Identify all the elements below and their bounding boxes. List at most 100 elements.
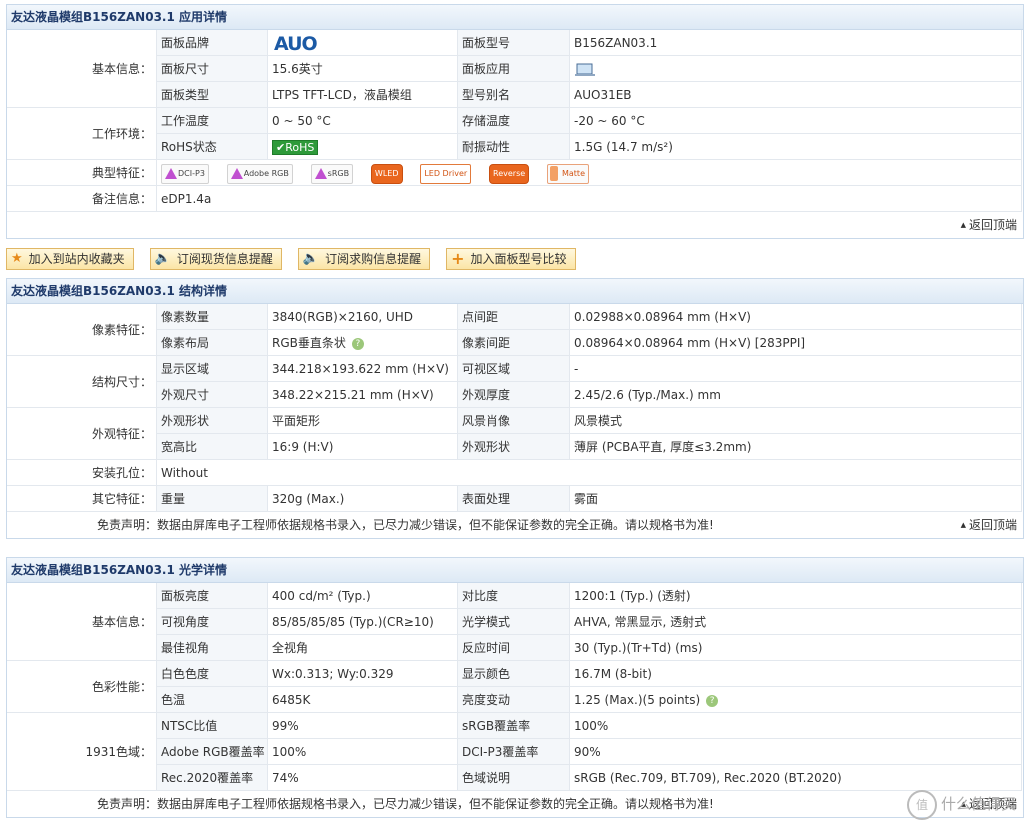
note-value: eDP1.4a — [157, 186, 1022, 212]
plus-icon: + — [451, 249, 465, 268]
help-icon[interactable]: ? — [351, 337, 364, 350]
dot-pitch-label: 点间距 — [458, 304, 570, 330]
help-icon[interactable]: ? — [706, 694, 719, 707]
optical-mode-label: 光学模式 — [458, 609, 570, 635]
note-category: 备注信息： — [7, 186, 157, 212]
pixel-count-label: 像素数量 — [157, 304, 268, 330]
white-point-label: 白色色度 — [157, 661, 268, 687]
srgb-value: 100% — [570, 713, 1022, 739]
visible-area-label: 可视区域 — [458, 356, 570, 382]
model-value: B156ZAN03.1 — [570, 30, 1022, 56]
pixel-category: 像素特征： — [7, 304, 157, 356]
color-temp-value: 6485K — [268, 687, 458, 713]
surface-label: 表面处理 — [458, 486, 570, 512]
orientation-value: 风景模式 — [570, 408, 1022, 434]
brightness-label: 面板亮度 — [157, 583, 268, 609]
contrast-label: 对比度 — [458, 583, 570, 609]
model-label: 面板型号 — [458, 30, 570, 56]
optical-details-panel: 友达液晶模组B156ZAN03.1 光学详情 基本信息： 面板亮度 400 cd… — [6, 557, 1024, 818]
type-value: LTPS TFT-LCD，液晶模组 — [268, 82, 458, 108]
view-angle-label: 可视角度 — [157, 609, 268, 635]
dci-p3-label: DCI-P3覆盖率 — [458, 739, 570, 765]
adobe-rgb-value: 100% — [268, 739, 458, 765]
ntsc-label: NTSC比值 — [157, 713, 268, 739]
vibration-value: 1.5G (14.7 m/s²) — [570, 134, 1022, 160]
subscribe-purchase-button[interactable]: 🔈 订阅求购信息提醒 — [297, 248, 431, 270]
application-details-title: 友达液晶模组B156ZAN03.1 应用详情 — [7, 5, 1023, 30]
optical-basic-category: 基本信息： — [7, 583, 157, 661]
dci-p3-badge[interactable]: DCI-P3 — [161, 163, 209, 184]
back-to-top-link[interactable]: 返回顶端 — [961, 512, 1017, 538]
aspect-ratio-label: 宽高比 — [157, 434, 268, 460]
srgb-badge[interactable]: sRGB — [310, 163, 354, 184]
rec2020-value: 74% — [268, 765, 458, 791]
aspect-ratio-value: 16:9 (H:V) — [268, 434, 458, 460]
srgb-label: sRGB覆盖率 — [458, 713, 570, 739]
size-label: 面板尺寸 — [157, 56, 268, 82]
subscribe-stock-button[interactable]: 🔈 订阅现货信息提醒 — [149, 248, 282, 270]
features-category: 典型特征： — [7, 160, 157, 186]
gamut-desc-value: sRGB (Rec.709, BT.709), Rec.2020 (BT.202… — [570, 765, 1022, 791]
vibration-label: 耐振动性 — [458, 134, 570, 160]
optical-details-title: 友达液晶模组B156ZAN03.1 光学详情 — [7, 558, 1023, 583]
optical-mode-value: AHVA, 常黑显示, 透射式 — [570, 609, 1022, 635]
weight-label: 重量 — [157, 486, 268, 512]
pixel-pitch-value: 0.08964×0.08964 mm (H×V) [283PPI] — [570, 330, 1022, 356]
feature-badges: DCI-P3 Adobe RGB sRGB WLED LED Driver Re… — [157, 160, 1022, 186]
action-bar: ★ 加入到站内收藏夹 🔈 订阅现货信息提醒 🔈 订阅求购信息提醒 + 加入面板型号比较 — [6, 248, 576, 272]
star-icon: ★ — [11, 251, 23, 266]
operating-temp-value: 0 ~ 50 °C — [268, 108, 458, 134]
add-favorite-button[interactable]: ★ 加入到站内收藏夹 — [6, 248, 134, 270]
visible-area-value: - — [570, 356, 1022, 382]
storage-temp-value: -20 ~ 60 °C — [570, 108, 1022, 134]
weight-value: 320g (Max.) — [268, 486, 458, 512]
environment-category: 工作环境： — [7, 108, 157, 160]
watermark-logo-icon: 值 — [906, 790, 937, 820]
uniformity-label: 亮度变动 — [458, 687, 570, 713]
color-temp-label: 色温 — [157, 687, 268, 713]
application-details-panel: 友达液晶模组B156ZAN03.1 应用详情 基本信息： 面板品牌 AUO 面板… — [6, 4, 1024, 239]
reverse-badge[interactable]: Reverse — [489, 163, 530, 184]
operating-temp-label: 工作温度 — [157, 108, 268, 134]
thickness-value: 2.45/2.6 (Typ./Max.) mm — [570, 382, 1022, 408]
adobe-rgb-label: Adobe RGB覆盖率 — [157, 739, 268, 765]
adobe-rgb-badge[interactable]: Adobe RGB — [226, 163, 293, 184]
laptop-icon[interactable] — [574, 63, 596, 77]
shape2-value: 薄屏 (PCBA平直, 厚度≤3.2mm) — [570, 434, 1022, 460]
wled-badge[interactable]: WLED — [370, 163, 403, 184]
display-colors-value: 16.7M (8-bit) — [570, 661, 1022, 687]
contrast-value: 1200:1 (Typ.) (透射) — [570, 583, 1022, 609]
back-to-top-link[interactable]: 返回顶端 — [961, 212, 1017, 238]
appearance-category: 外观特征： — [7, 408, 157, 460]
brand-label: 面板品牌 — [157, 30, 268, 56]
disclaimer-text: 免责声明：数据由屏库电子工程师依据规格书录入，已尽力减少错误，但不能保证参数的完… — [97, 518, 714, 532]
mounting-value: Without — [157, 460, 1022, 486]
speaker-icon: 🔈 — [302, 251, 320, 266]
pixel-pitch-label: 像素间距 — [458, 330, 570, 356]
outline-label: 外观尺寸 — [157, 382, 268, 408]
auo-logo: AUO — [274, 32, 318, 55]
watermark: 值什么值得买 — [906, 790, 1020, 820]
structure-details-title: 友达液晶模组B156ZAN03.1 结构详情 — [7, 279, 1023, 304]
add-compare-button[interactable]: + 加入面板型号比较 — [446, 248, 576, 270]
basic-info-category: 基本信息： — [7, 30, 157, 108]
rohs-badge: ✔RoHS — [272, 140, 319, 155]
disclaimer-text: 免责声明：数据由屏库电子工程师依据规格书录入，已尽力减少错误，但不能保证参数的完… — [97, 797, 714, 811]
matte-badge[interactable]: Matte — [546, 163, 589, 184]
orientation-label: 风景肖像 — [458, 408, 570, 434]
response-value: 30 (Typ.)(Tr+Td) (ms) — [570, 635, 1022, 661]
size-value: 15.6英寸 — [268, 56, 458, 82]
outline-value: 348.22×215.21 mm (H×V) — [268, 382, 458, 408]
rohs-label: RoHS状态 — [157, 134, 268, 160]
alias-label: 型号别名 — [458, 82, 570, 108]
shape2-label: 外观形状 — [458, 434, 570, 460]
led-driver-badge[interactable]: LED Driver — [420, 163, 472, 184]
ntsc-value: 99% — [268, 713, 458, 739]
alias-value: AUO31EB — [570, 82, 1022, 108]
best-view-value: 全视角 — [268, 635, 458, 661]
uniformity-value: 1.25 (Max.)(5 points) — [574, 693, 701, 707]
application-label: 面板应用 — [458, 56, 570, 82]
mounting-category: 安装孔位： — [7, 460, 157, 486]
brightness-value: 400 cd/m² (Typ.) — [268, 583, 458, 609]
display-area-label: 显示区域 — [157, 356, 268, 382]
